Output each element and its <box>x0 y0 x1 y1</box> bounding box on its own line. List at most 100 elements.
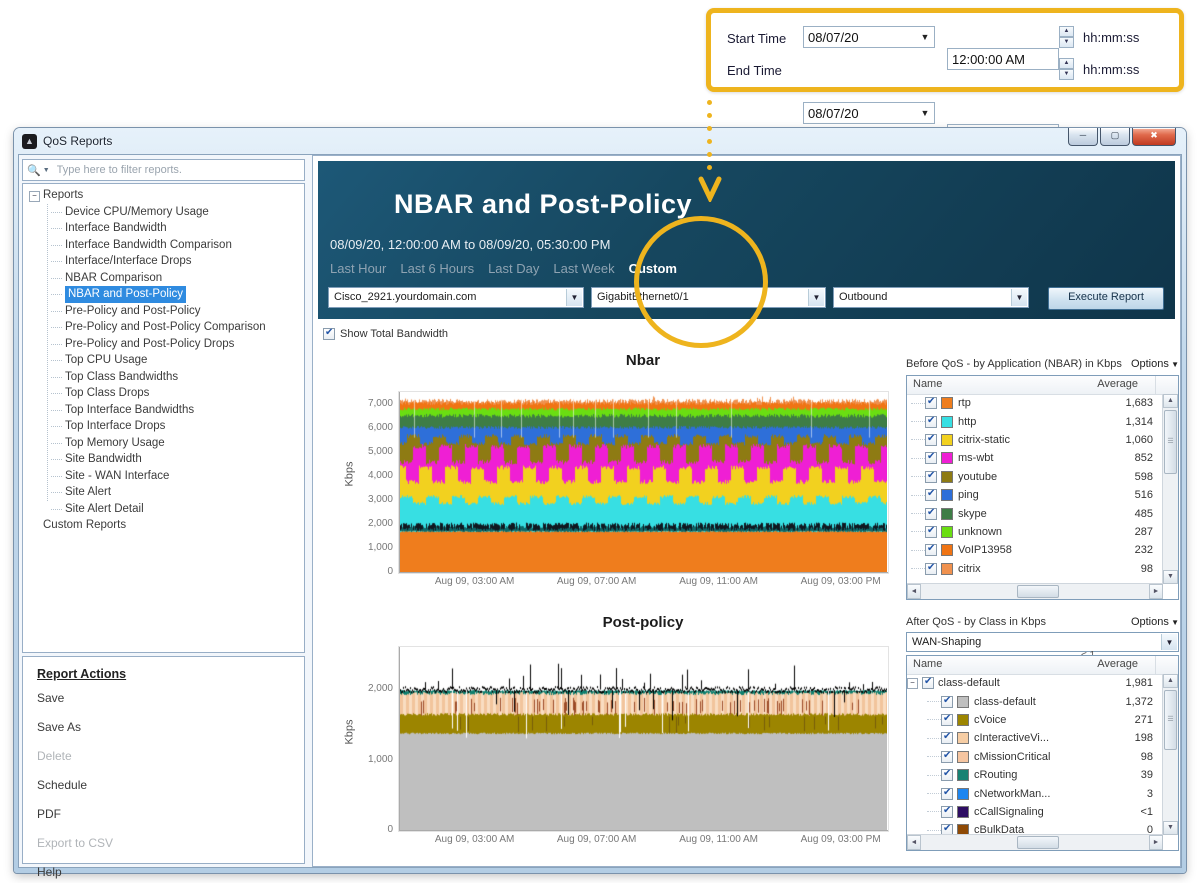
legend-column-headers: Name Average <box>907 376 1178 395</box>
spin-up-icon[interactable]: ▲ <box>1059 58 1074 69</box>
checkbox-checked-icon[interactable] <box>925 452 937 464</box>
series-color-swatch <box>957 788 969 800</box>
close-button[interactable]: ✖ <box>1132 128 1176 146</box>
scrollbar-thumb[interactable]: ☰ <box>1164 410 1177 474</box>
series-color-swatch <box>941 489 953 501</box>
minimize-button[interactable]: ─ <box>1068 128 1098 146</box>
scroll-left-icon[interactable]: ◄ <box>907 584 921 599</box>
scroll-left-icon[interactable]: ◄ <box>907 835 921 850</box>
end-time-label: End Time <box>727 63 782 78</box>
window-titlebar[interactable]: ▲ QoS Reports ─ ▢ ✖ <box>14 128 1186 154</box>
filter-last-week[interactable]: Last Week <box>553 261 614 276</box>
vertical-scrollbar[interactable]: ▲ ☰ ▼ <box>1162 394 1178 584</box>
show-total-bandwidth-checkbox[interactable]: Show Total Bandwidth <box>323 328 448 340</box>
sidebar-item-device-cpu-memory-usage[interactable]: Device CPU/Memory Usage <box>27 204 304 221</box>
series-color-swatch <box>957 806 969 818</box>
after-qos-options-button[interactable]: Options ▼ <box>1131 616 1179 628</box>
filter-last-day[interactable]: Last Day <box>488 261 539 276</box>
checkbox-checked-icon[interactable] <box>941 714 953 726</box>
spin-down-icon[interactable]: ▼ <box>1059 69 1074 80</box>
policy-dropdown[interactable]: WAN-Shaping▼ <box>906 632 1179 652</box>
filter-last-6-hours[interactable]: Last 6 Hours <box>400 261 474 276</box>
series-color-swatch <box>941 397 953 409</box>
checkbox-checked-icon[interactable] <box>925 471 937 483</box>
scroll-right-icon[interactable]: ► <box>1149 584 1163 599</box>
scroll-up-icon[interactable]: ▲ <box>1163 674 1178 688</box>
scroll-up-icon[interactable]: ▲ <box>1163 394 1178 408</box>
checkbox-checked-icon[interactable] <box>925 416 937 428</box>
checkbox-checked-icon[interactable] <box>941 732 953 744</box>
sidebar-item-site-wan-interface[interactable]: Site - WAN Interface <box>27 468 304 485</box>
maximize-button[interactable]: ▢ <box>1100 128 1130 146</box>
checkbox-checked-icon[interactable] <box>941 806 953 818</box>
checkbox-checked-icon[interactable] <box>925 544 937 556</box>
checkbox-checked-icon[interactable] <box>323 328 335 340</box>
action-pdf[interactable]: PDF <box>37 807 304 836</box>
sidebar-item-site-alert[interactable]: Site Alert <box>27 484 304 501</box>
horizontal-scrollbar[interactable]: ◄ ► <box>907 834 1163 850</box>
spin-down-icon[interactable]: ▼ <box>1059 37 1074 48</box>
direction-dropdown[interactable]: Outbound▼ <box>833 287 1029 308</box>
sidebar-item-nbar-and-post-policy[interactable]: NBAR and Post-Policy <box>27 286 304 303</box>
report-title: NBAR and Post-Policy <box>394 189 692 220</box>
sidebar-item-pre-policy-and-post-policy[interactable]: Pre-Policy and Post-Policy <box>27 303 304 320</box>
sidebar-item-top-interface-bandwidths[interactable]: Top Interface Bandwidths <box>27 402 304 419</box>
sidebar-item-site-alert-detail[interactable]: Site Alert Detail <box>27 501 304 518</box>
start-date-dropdown[interactable]: 08/07/20▼ <box>803 26 935 48</box>
sidebar-item-site-bandwidth[interactable]: Site Bandwidth <box>27 451 304 468</box>
collapse-icon[interactable]: − <box>907 678 918 689</box>
checkbox-checked-icon[interactable] <box>941 769 953 781</box>
action-schedule[interactable]: Schedule <box>37 778 304 807</box>
sidebar-item-top-class-drops[interactable]: Top Class Drops <box>27 385 304 402</box>
sidebar-item-interface-bandwidth[interactable]: Interface Bandwidth <box>27 220 304 237</box>
vertical-scrollbar[interactable]: ▲ ☰ ▼ <box>1162 674 1178 835</box>
sidebar-item-top-interface-drops[interactable]: Top Interface Drops <box>27 418 304 435</box>
execute-report-button[interactable]: Execute Report <box>1048 287 1164 310</box>
checkbox-checked-icon[interactable] <box>925 489 937 501</box>
legend-row-unknown: unknown287 <box>907 523 1163 541</box>
action-save[interactable]: Save <box>37 691 304 720</box>
sidebar-item-interface-interface-drops[interactable]: Interface/Interface Drops <box>27 253 304 270</box>
sidebar-item-top-cpu-usage[interactable]: Top CPU Usage <box>27 352 304 369</box>
scrollbar-thumb[interactable] <box>1017 585 1059 598</box>
sidebar-item-interface-bandwidth-comparison[interactable]: Interface Bandwidth Comparison <box>27 237 304 254</box>
end-date-dropdown[interactable]: 08/07/20▼ <box>803 102 935 124</box>
checkbox-checked-icon[interactable] <box>922 677 934 689</box>
legend-row-youtube: youtube598 <box>907 468 1163 486</box>
legend-row-ccallsignaling: cCallSignaling<1 <box>907 803 1163 821</box>
sidebar-item-top-memory-usage[interactable]: Top Memory Usage <box>27 435 304 452</box>
series-name: youtube <box>958 471 1163 483</box>
report-filter-input[interactable] <box>55 163 300 177</box>
sidebar-item-top-class-bandwidths[interactable]: Top Class Bandwidths <box>27 369 304 386</box>
tree-root-reports[interactable]: − Reports <box>27 187 304 204</box>
collapse-icon[interactable]: − <box>29 191 40 202</box>
checkbox-checked-icon[interactable] <box>941 751 953 763</box>
end-time-spinner[interactable]: ▲▼ <box>1059 58 1074 80</box>
spin-up-icon[interactable]: ▲ <box>1059 26 1074 37</box>
checkbox-checked-icon[interactable] <box>941 788 953 800</box>
sidebar-item-nbar-comparison[interactable]: NBAR Comparison <box>27 270 304 287</box>
sidebar-item-pre-policy-and-post-policy-drops[interactable]: Pre-Policy and Post-Policy Drops <box>27 336 304 353</box>
horizontal-scrollbar[interactable]: ◄ ► <box>907 583 1163 599</box>
action-help[interactable]: Help <box>37 865 304 883</box>
scroll-down-icon[interactable]: ▼ <box>1163 821 1178 835</box>
scroll-right-icon[interactable]: ► <box>1149 835 1163 850</box>
device-dropdown[interactable]: Cisco_2921.yourdomain.com▼ <box>328 287 584 308</box>
before-qos-options-button[interactable]: Options ▼ <box>1131 358 1179 370</box>
start-time-field[interactable]: 12:00:00 AM <box>947 48 1059 70</box>
start-time-spinner[interactable]: ▲▼ <box>1059 26 1074 48</box>
filter-last-hour[interactable]: Last Hour <box>330 261 386 276</box>
checkbox-checked-icon[interactable] <box>925 508 937 520</box>
tree-root-custom-reports[interactable]: Custom Reports <box>27 517 304 534</box>
checkbox-checked-icon[interactable] <box>941 696 953 708</box>
scrollbar-thumb[interactable]: ☰ <box>1164 690 1177 750</box>
checkbox-checked-icon[interactable] <box>925 563 937 575</box>
checkbox-checked-icon[interactable] <box>925 434 937 446</box>
checkbox-checked-icon[interactable] <box>925 397 937 409</box>
checkbox-checked-icon[interactable] <box>925 526 937 538</box>
sidebar-item-pre-policy-and-post-policy-comparison[interactable]: Pre-Policy and Post-Policy Comparison <box>27 319 304 336</box>
scroll-down-icon[interactable]: ▼ <box>1163 570 1178 584</box>
y-tick-label: 0 <box>387 566 393 577</box>
scrollbar-thumb[interactable] <box>1017 836 1059 849</box>
action-save-as[interactable]: Save As <box>37 720 304 749</box>
